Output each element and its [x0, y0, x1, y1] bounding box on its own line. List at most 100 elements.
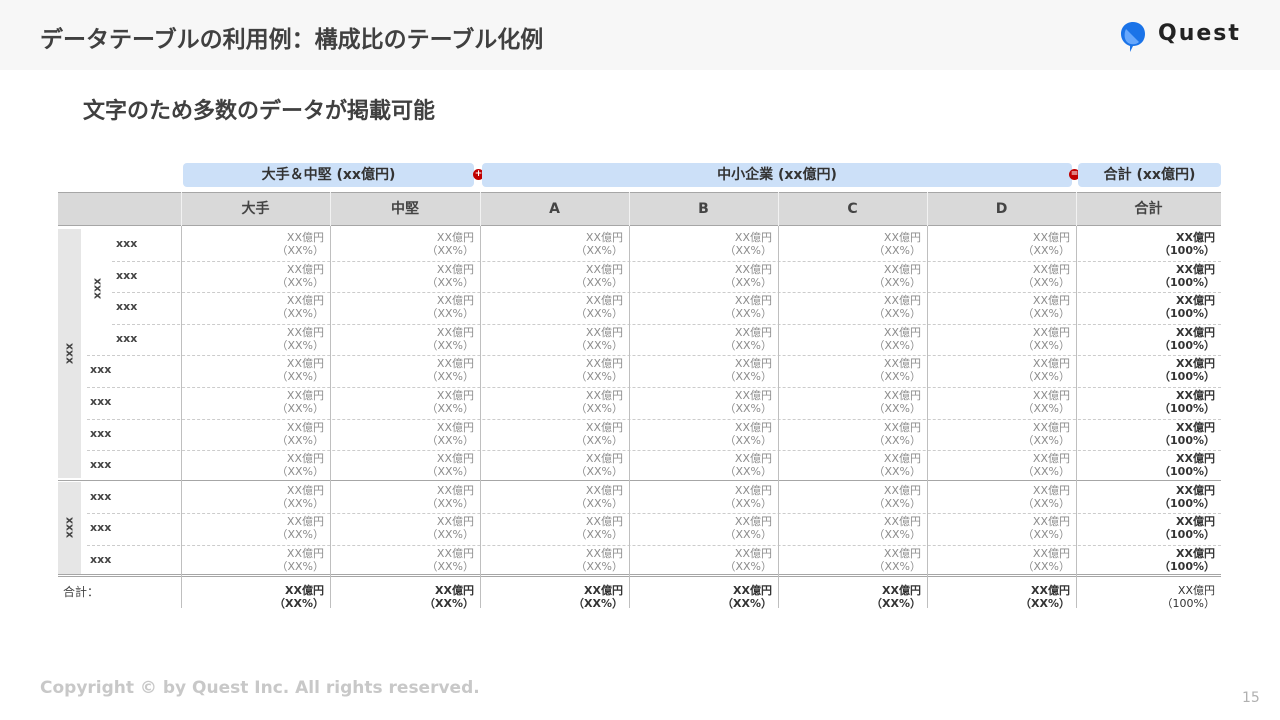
sum-cell: XX億円 （XX%） [483, 584, 623, 610]
data-cell: XX億円 （XX%） [781, 357, 921, 383]
cell-percent: （XX%） [1022, 244, 1070, 257]
data-cell: XX億円 （XX%） [334, 326, 474, 352]
cell-percent: （XX%） [724, 338, 772, 352]
sum-value: XX億円 [882, 584, 921, 597]
data-cell: XX億円 （XX%） [334, 547, 474, 573]
cell-percent: （100%） [1159, 528, 1215, 542]
sum-cell: XX億円 （XX%） [632, 584, 772, 610]
cell-value: XX億円 [734, 389, 772, 402]
cell-percent: （100%） [1159, 496, 1215, 510]
cell-value: XX億円 [286, 357, 324, 371]
sum-percent: （100%） [1161, 597, 1215, 610]
column-header-0: 大手 [241, 201, 270, 217]
row-divider [87, 545, 1221, 546]
cell-percent: （XX%） [426, 496, 474, 510]
data-cell: XX億円 （XX%） [334, 389, 474, 415]
cell-value: XX億円 [436, 420, 474, 434]
cell-value: XX億円 [436, 262, 474, 276]
cell-percent: （XX%） [724, 560, 772, 573]
cell-value: XX億円 [883, 325, 921, 339]
data-cell: XX億円 （XX%） [930, 326, 1070, 352]
cell-percent: （XX%） [724, 496, 772, 510]
row-label: xxx [116, 331, 138, 345]
cell-percent: （XX%） [276, 433, 324, 447]
data-cell: XX億円 （XX%） [334, 263, 474, 289]
band-second-label: xxx [62, 516, 76, 539]
cell-percent: （XX%） [1022, 560, 1070, 573]
page-title: データテーブルの利用例：構成比のテーブル化例 [40, 27, 544, 53]
data-cell: XX億円 （XX%） [632, 421, 772, 447]
cell-percent: （XX%） [873, 402, 921, 415]
cell-percent: （XX%） [575, 370, 623, 384]
sum-value: XX億円 [584, 584, 623, 597]
page-number: 15 [1242, 690, 1260, 706]
cell-value: XX億円 [436, 547, 474, 560]
data-cell: XX億円 （XX%） [483, 263, 623, 289]
row-divider [87, 418, 1221, 420]
sum-value: XX億円 [1177, 584, 1215, 597]
cell-value: XX億円 [883, 231, 921, 244]
cell-percent: （100%） [1159, 402, 1215, 415]
data-cell: XX億円 （XX%） [632, 231, 772, 257]
cell-percent: （XX%） [276, 402, 324, 415]
cell-percent: （XX%） [426, 338, 474, 352]
cell-percent: （XX%） [575, 496, 623, 510]
cell-percent: （XX%） [724, 433, 772, 447]
cell-percent: （XX%） [1022, 338, 1070, 352]
cell-percent: （XX%） [1022, 465, 1070, 479]
cell-value: XX億円 [734, 231, 772, 244]
data-cell: XX億円 （XX%） [930, 357, 1070, 383]
sum-percent: （XX%） [424, 597, 474, 610]
cell-percent: （XX%） [276, 370, 324, 384]
cell-percent: （XX%） [1022, 402, 1070, 415]
total-cell: XX億円 （100%） [1075, 357, 1215, 383]
cell-percent: （XX%） [724, 465, 772, 479]
cell-value: XX億円 [286, 420, 324, 434]
cell-percent: （XX%） [426, 433, 474, 447]
row-label: xxx [116, 300, 138, 314]
data-cell: XX億円 （XX%） [632, 452, 772, 478]
cell-value: XX億円 [883, 452, 921, 466]
row-label: xxx [116, 268, 138, 282]
column-separator [480, 192, 481, 226]
cell-percent: （XX%） [575, 275, 623, 289]
cell-value: XX億円 [1176, 515, 1215, 529]
data-cell: XX億円 （XX%） [632, 515, 772, 541]
row-label: xxx [116, 237, 138, 250]
cell-percent: （XX%） [276, 275, 324, 289]
cell-percent: （XX%） [873, 275, 921, 289]
column-header-4: C [847, 201, 858, 217]
cell-percent: （XX%） [575, 433, 623, 447]
cell-percent: （XX%） [1022, 370, 1070, 384]
slide-subtitle: 文字のため多数のデータが掲載可能 [83, 99, 436, 124]
cell-value: XX億円 [286, 547, 324, 560]
cell-value: XX億円 [1032, 294, 1070, 308]
cell-value: XX億円 [1032, 262, 1070, 276]
cell-percent: （XX%） [426, 465, 474, 479]
column-gridline [330, 226, 331, 608]
cell-value: XX億円 [585, 357, 623, 371]
data-cell: XX億円 （XX%） [781, 326, 921, 352]
data-cell: XX億円 （XX%） [184, 389, 324, 415]
cell-value: XX億円 [436, 515, 474, 529]
band-outer: xxx [58, 229, 81, 478]
column-gridline [1076, 226, 1077, 608]
cell-value: XX億円 [286, 325, 324, 339]
column-header-5: D [995, 201, 1008, 217]
cell-percent: （XX%） [575, 402, 623, 415]
data-cell: XX億円 （XX%） [632, 547, 772, 573]
sum-divider [58, 574, 1221, 577]
data-cell: XX億円 （XX%） [483, 294, 623, 320]
cell-value: XX億円 [734, 547, 772, 560]
total-cell: XX億円 （100%） [1075, 547, 1215, 573]
cell-value: XX億円 [585, 262, 623, 276]
sum-percent: （XX%） [722, 597, 772, 610]
cell-percent: （XX%） [724, 307, 772, 321]
cell-value: XX億円 [585, 294, 623, 308]
cell-value: XX億円 [1176, 420, 1215, 434]
total-cell: XX億円 （100%） [1075, 294, 1215, 320]
cell-percent: （XX%） [276, 307, 324, 321]
data-cell: XX億円 （XX%） [930, 263, 1070, 289]
sum-value: XX億円 [285, 584, 324, 597]
sum-percent: （XX%） [274, 597, 324, 610]
